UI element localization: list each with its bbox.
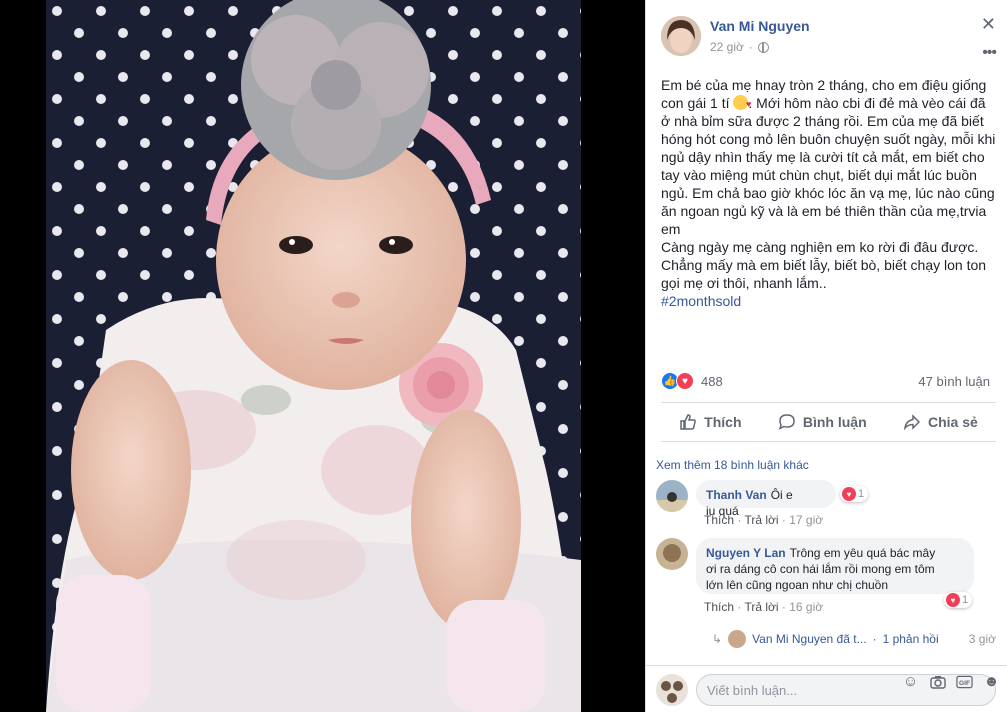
post-text: Em bé của mẹ hnay tròn 2 tháng, cho em đ… <box>661 76 996 310</box>
comment-time[interactable]: 17 giờ <box>789 513 823 527</box>
like-button[interactable]: Thích <box>679 413 742 431</box>
reply-author[interactable]: Van Mi Nguyen đã t... <box>752 632 867 646</box>
gif-label: GIF <box>959 679 970 686</box>
reply-count[interactable]: 1 phản hồi <box>883 632 939 646</box>
camera-icon[interactable] <box>929 673 946 690</box>
comment-bubble-icon <box>778 414 795 430</box>
comment-time[interactable]: 16 giờ <box>789 600 823 614</box>
comment-reaction-count: 1 <box>962 594 969 606</box>
hashtag-link[interactable]: #2monthsold <box>661 292 996 310</box>
comment-text-line-3: lớn lên cũng ngoan như chị chuồn <box>706 578 889 592</box>
comment-item: Thanh Van Ôi e iu quá ♥ 1 Thích · Trả lời… <box>656 480 996 528</box>
comment-reply-link[interactable]: Trả lời <box>744 513 778 527</box>
share-arrow-icon <box>903 414 921 431</box>
emoji-icon[interactable]: ☺ <box>902 673 919 690</box>
love-reaction-icon: ♥ <box>946 593 960 607</box>
love-reaction-icon: ♥ <box>676 372 694 390</box>
comment-composer: Viết bình luận... ☺ GIF ☻ <box>646 665 1007 712</box>
comment-reaction-badge[interactable]: ♥ 1 <box>944 592 973 608</box>
comment-reaction-count: 1 <box>858 488 865 500</box>
like-label: Thích <box>704 414 742 430</box>
baby-photo[interactable] <box>46 0 581 712</box>
post-panel: Van Mi Nguyen 22 giờ · ✕ ••• Em bé của m… <box>645 0 1007 712</box>
comment-text-line-1: Trông em yêu quá bác mây <box>789 546 936 560</box>
share-button[interactable]: Chia sẻ <box>903 413 978 431</box>
reaction-count[interactable]: 488 <box>701 374 723 389</box>
post-time[interactable]: 22 giờ <box>710 40 744 54</box>
close-icon[interactable]: ✕ <box>981 14 996 35</box>
comment-text-line-2: ơi ra dáng cô con hái lắm rồi mong em tô… <box>706 562 935 576</box>
replies-row[interactable]: ↳ Van Mi Nguyen đã t... · 1 phản hồi 3 g… <box>712 630 1002 648</box>
reaction-icons[interactable]: 👍 ♥ <box>661 372 694 390</box>
reply-arrow-icon: ↳ <box>712 632 723 646</box>
more-options-icon[interactable]: ••• <box>982 44 997 62</box>
comment-bubble: Thanh Van Ôi e iu quá <box>696 480 836 518</box>
reactions-bar: 👍 ♥ 488 47 bình luận <box>661 372 996 392</box>
action-bar: Thích Bình luận Chia sẻ <box>661 402 996 442</box>
replier-avatar <box>728 630 747 648</box>
comments-section: Xem thêm 18 bình luận khác Thanh Van Ôi e… <box>646 442 1007 660</box>
commenter-name[interactable]: Thanh Van <box>706 488 767 502</box>
thumbs-up-icon <box>680 414 697 430</box>
commenter-name[interactable]: Nguyen Y Lan <box>706 546 786 560</box>
separator-dot: · <box>748 40 753 54</box>
photo-illustration <box>46 0 581 712</box>
gif-icon[interactable]: GIF <box>956 673 973 690</box>
comment-button[interactable]: Bình luận <box>778 413 867 431</box>
current-user-avatar <box>656 674 688 706</box>
comment-line-1: Nguyen Y Lan Trông em yêu quá bác mây <box>706 545 964 561</box>
comment-label: Bình luận <box>802 414 867 430</box>
post-text-part-2: . Mới hôm nào cbi đi đẻ mà vèo cái đã ở … <box>661 95 996 237</box>
globe-icon[interactable] <box>757 41 769 53</box>
comment-count[interactable]: 47 bình luận <box>918 374 990 389</box>
share-label: Chia sẻ <box>927 414 978 430</box>
author-avatar[interactable] <box>661 16 701 56</box>
comment-like-link[interactable]: Thích <box>704 513 734 527</box>
author-name[interactable]: Van Mi Nguyen <box>710 18 810 34</box>
comment-reply-link[interactable]: Trả lời <box>744 600 778 614</box>
comment-reaction-badge[interactable]: ♥ 1 <box>840 486 869 502</box>
view-more-comments-link[interactable]: Xem thêm 18 bình luận khác <box>656 458 809 472</box>
sticker-icon[interactable]: ☻ <box>983 673 1000 690</box>
composer-icons: ☺ GIF ☻ <box>902 673 1000 690</box>
photo-viewer <box>0 0 645 712</box>
commenter-avatar[interactable] <box>656 480 688 512</box>
comment-like-link[interactable]: Thích <box>704 600 734 614</box>
smiling-hearts-emoji-icon <box>733 95 751 113</box>
post-paragraph-1: Em bé của mẹ hnay tròn 2 tháng, cho em đ… <box>661 76 996 238</box>
post-paragraph-2: Càng ngày mẹ càng nghiện em ko rời đi đâ… <box>661 239 987 291</box>
comment-item: Nguyen Y Lan Trông em yêu quá bác mây ơi … <box>656 538 996 618</box>
post-header: Van Mi Nguyen 22 giờ · ✕ ••• <box>661 14 997 61</box>
comment-meta: Thích · Trả lời · 16 giờ <box>704 600 824 614</box>
commenter-avatar[interactable] <box>656 538 688 570</box>
reply-time: 3 giờ <box>968 632 996 646</box>
reply-separator: · <box>872 632 877 646</box>
comment-meta: Thích · Trả lời · 17 giờ <box>704 513 824 527</box>
comment-bubble: Nguyen Y Lan Trông em yêu quá bác mây ơi … <box>696 538 974 594</box>
post-time-row: 22 giờ · <box>710 40 769 54</box>
love-reaction-icon: ♥ <box>842 487 856 501</box>
